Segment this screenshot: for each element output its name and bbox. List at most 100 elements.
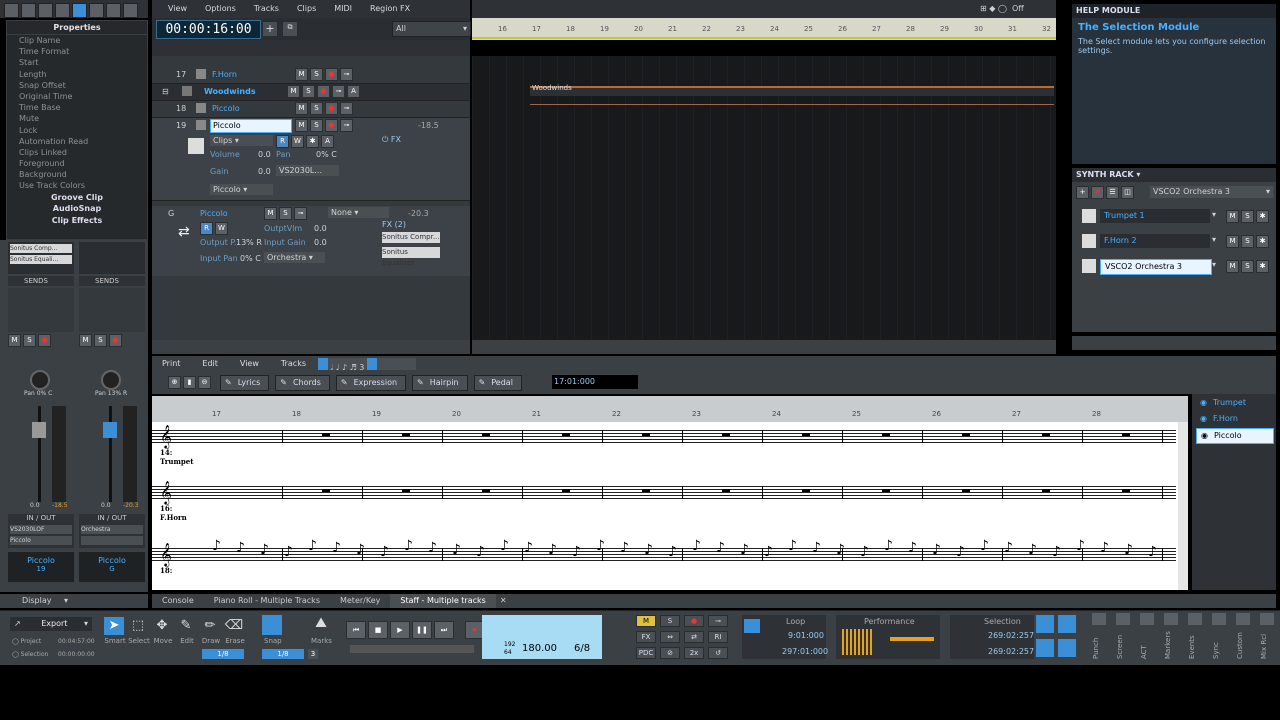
snap-resolution[interactable]: 1/8 — [262, 649, 304, 659]
module-label[interactable]: Events — [1188, 635, 1196, 659]
input-select[interactable]: Piccolo — [10, 536, 72, 545]
track-row-expanded[interactable]: 19 Piccolo M S ● ⊸ -18.5 Clips ▾ R W ✱ A ⏻ FX … — [152, 118, 470, 201]
clips-pane[interactable]: Woodwinds — [472, 56, 1056, 340]
note[interactable]: ♪ — [236, 540, 245, 556]
read-button[interactable]: R — [200, 222, 213, 235]
solo-button[interactable]: S — [310, 102, 323, 115]
synth-name[interactable]: F.Horn 2 — [1100, 234, 1210, 248]
staff-canvas[interactable]: 𝄞 14: Trumpet 𝄞 16: F.Horn 𝄞 18: ♪ ♪ ♪ ♪ ♪ ♪ ♪ ♪ ♪ ♪ ♪ ♪ ♪ ♪ ♪… — [152, 422, 1210, 590]
input-gain-value[interactable]: 0.0 — [314, 238, 327, 247]
note[interactable]: ♪ — [572, 544, 581, 560]
output-select[interactable]: VS2030L... — [276, 165, 339, 176]
output-select[interactable]: Orchestra — [81, 525, 143, 534]
zoom-in-icon[interactable]: ⊕ — [168, 376, 181, 389]
note[interactable]: ♪ — [1076, 538, 1085, 554]
routing-icon[interactable] — [72, 3, 87, 18]
loop-toggle-icon[interactable] — [744, 619, 760, 633]
solo-button[interactable]: S — [1241, 210, 1254, 223]
delete-synth-button[interactable]: ✕ — [1091, 186, 1104, 199]
input-echo-button[interactable]: ⊸ — [332, 85, 345, 98]
time-display[interactable]: 00:00:16:00 — [156, 20, 261, 39]
pan-value[interactable]: 0% C — [316, 150, 337, 159]
display-dropdown-icon[interactable]: ▾ — [64, 596, 68, 605]
bus-row[interactable]: G Piccolo M S ⊸ None ▾ -20.3 ⇄ RW OutptVlm… — [152, 206, 470, 276]
staff-menu-item[interactable]: Tracks — [281, 359, 306, 368]
browser-tabs[interactable] — [1072, 336, 1276, 350]
output-select[interactable]: VS2030LOF — [10, 525, 72, 534]
staff-track-item[interactable]: ◉ Piccolo — [1196, 428, 1274, 444]
header-scroll[interactable] — [152, 340, 470, 354]
staff-menu-item[interactable]: Print — [162, 359, 180, 368]
add-synth-button[interactable]: + — [1076, 186, 1089, 199]
note[interactable]: ♪ — [740, 542, 749, 558]
property-item[interactable]: Length — [7, 69, 147, 80]
timeline-ruler[interactable]: 16 17 18 19 20 21 22 23 24 25 26 27 28 29 30 31 32 — [472, 18, 1056, 40]
fx-bin-label[interactable]: FX — [391, 135, 401, 144]
synth-ui-icon[interactable]: ◫ — [1121, 186, 1134, 199]
pdc-button[interactable]: PDC — [636, 647, 656, 659]
fx-slot[interactable]: Sonitus Comp... — [10, 244, 72, 253]
note[interactable]: ♪ — [476, 544, 485, 560]
note[interactable]: ♪ — [500, 538, 509, 554]
property-item[interactable]: Background — [7, 169, 147, 180]
marks-icon[interactable]: ⛰ — [312, 615, 330, 635]
note[interactable]: ♪ — [788, 538, 797, 554]
erase-tool-icon[interactable]: ⌫ — [224, 617, 244, 635]
solo-button[interactable]: S — [279, 207, 292, 220]
property-section[interactable]: AudioSnap — [7, 203, 147, 215]
synth-icon[interactable] — [1082, 259, 1096, 273]
menu-item[interactable]: Tracks — [254, 4, 279, 13]
metronome-icons[interactable] — [608, 615, 620, 659]
property-item[interactable]: Start — [7, 57, 147, 68]
display-label[interactable]: Display — [22, 596, 52, 605]
reset-button[interactable]: ↺ — [708, 647, 728, 659]
property-item[interactable]: Time Format — [7, 46, 147, 57]
freeze-icon[interactable]: ✱ — [306, 135, 319, 148]
write-button[interactable]: W — [291, 135, 304, 148]
note[interactable]: ♪ — [380, 544, 389, 560]
property-item[interactable]: Use Track Colors — [7, 180, 147, 191]
smart-tool-icon[interactable]: ➤ — [104, 617, 124, 635]
bus-name[interactable]: Piccolo — [200, 209, 228, 218]
menu-icon[interactable] — [4, 3, 19, 18]
property-item[interactable]: Lock — [7, 125, 147, 136]
synth-item[interactable]: VSCO2 Orchestra 3 ▾ M S ✱ — [1078, 256, 1272, 278]
bus-fx-label[interactable]: FX (2) — [382, 220, 406, 229]
a-icon[interactable] — [38, 3, 53, 18]
folder-collapse-icon[interactable]: ⊟ — [162, 87, 169, 96]
freeze-icon[interactable]: ✱ — [1256, 235, 1269, 248]
mute-button[interactable]: M — [295, 68, 308, 81]
track-name[interactable]: F.Horn — [212, 70, 237, 79]
record-button[interactable]: ● — [325, 119, 338, 132]
horizontal-scrollbar[interactable] — [472, 340, 1056, 354]
solo-button[interactable]: S — [302, 85, 315, 98]
selection-buttons[interactable] — [1036, 615, 1080, 659]
note[interactable]: ♪ — [1100, 540, 1109, 556]
menu-item[interactable]: MIDI — [334, 4, 352, 13]
output-volume-value[interactable]: 0.0 — [314, 224, 327, 233]
fx-item[interactable]: Sonitus Equalizer — [382, 247, 440, 267]
record-button[interactable]: ● — [325, 102, 338, 115]
synth-dropdown-icon[interactable]: ▾ — [1212, 210, 1216, 219]
project-radio[interactable]: ◯ — [12, 638, 19, 645]
mute-button[interactable]: M — [1226, 260, 1239, 273]
staff-track-item[interactable]: ◉ Trumpet — [1196, 396, 1274, 410]
property-item[interactable]: Foreground — [7, 158, 147, 169]
output-pan-value[interactable]: 13% R — [236, 238, 262, 247]
module-icon[interactable] — [1116, 613, 1130, 625]
solo-button[interactable]: S — [23, 334, 36, 347]
synth-icon[interactable] — [1082, 234, 1096, 248]
synth-dropdown-icon[interactable]: ▾ — [1212, 235, 1216, 244]
zoom-out-icon[interactable]: ⊖ — [198, 376, 211, 389]
note[interactable]: ♪ — [1148, 544, 1157, 560]
property-section[interactable]: Groove Clip — [7, 192, 147, 204]
module-label[interactable]: ACT — [1140, 645, 1148, 659]
module-icon[interactable] — [1212, 613, 1226, 625]
note[interactable]: ♪ — [764, 544, 773, 560]
property-section[interactable]: Clip Effects — [7, 215, 147, 227]
export-button[interactable]: ↗ Export ▾ — [10, 617, 92, 631]
synth-item[interactable]: Trumpet 1 ▾ M S ✱ — [1078, 206, 1272, 228]
synth-name[interactable]: Trumpet 1 — [1100, 209, 1210, 223]
list-icon[interactable] — [89, 3, 104, 18]
note[interactable]: ♪ — [668, 544, 677, 560]
